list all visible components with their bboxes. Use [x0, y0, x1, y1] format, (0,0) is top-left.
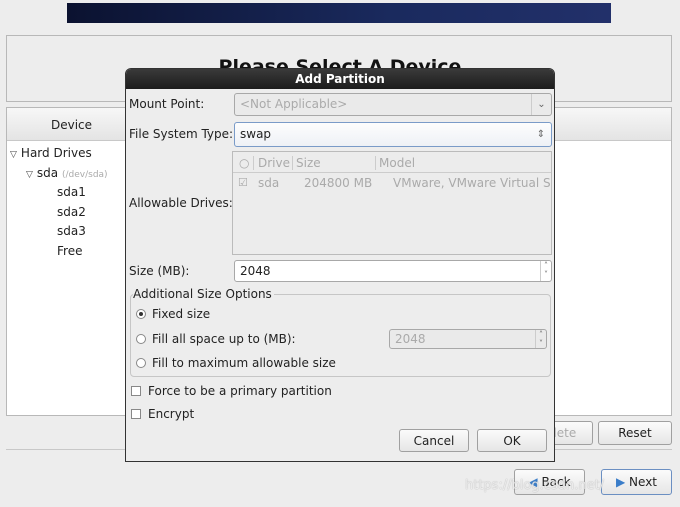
next-label: Next	[629, 475, 658, 489]
fill-upto-value: 2048	[395, 332, 426, 346]
watermark: https://blog.csdn.net/	[465, 478, 605, 493]
table-row[interactable]: ☑ sda 204800 MB VMware, VMware Virtual S	[233, 173, 551, 193]
mount-point-value: <Not Applicable>	[240, 97, 348, 111]
drives-table-header: ○ Drive Size Model	[233, 152, 551, 173]
next-button[interactable]: ▶ Next	[601, 469, 672, 495]
reset-button[interactable]: Reset	[598, 421, 672, 445]
checkbox-icon[interactable]	[131, 386, 141, 396]
encrypt-checkbox[interactable]: Encrypt	[131, 407, 194, 421]
size-options-legend: Additional Size Options	[133, 287, 274, 301]
header-banner	[67, 3, 611, 23]
cancel-button[interactable]: Cancel	[399, 429, 469, 452]
fill-upto-spinner[interactable]: 2048 ˄ ˅	[389, 329, 547, 349]
col-size[interactable]: Size	[292, 156, 321, 170]
tree-sublabel: (/dev/sda)	[61, 170, 108, 180]
updown-icon: ⇕	[536, 129, 546, 140]
tree-item-sda1[interactable]: sda1	[57, 185, 86, 199]
tree-label: sda	[36, 166, 59, 180]
tree-item-sda2[interactable]: sda2	[57, 205, 86, 219]
radio-fixed-size[interactable]: Fixed size	[136, 307, 210, 321]
tree-item-sda[interactable]: ▽ sda (/dev/sda)	[26, 166, 108, 180]
dialog-title: Add Partition	[126, 69, 554, 89]
fs-type-select[interactable]: swap ⇕	[234, 122, 552, 147]
checkbox-label: Encrypt	[148, 407, 195, 421]
size-spinner[interactable]: 2048 ˄ ˅	[234, 260, 552, 282]
cell-drive: sda	[258, 176, 280, 190]
mount-point-combo[interactable]: <Not Applicable> ⌄	[234, 93, 552, 116]
ok-button[interactable]: OK	[477, 429, 547, 452]
device-header-label: Device	[51, 118, 93, 132]
radio-icon[interactable]	[136, 334, 146, 344]
drives-table: ○ Drive Size Model ☑ sda 204800 MB VMwar…	[232, 151, 552, 255]
add-partition-dialog: Add Partition Mount Point: <Not Applicab…	[125, 68, 555, 462]
checkbox-checked-icon[interactable]: ☑	[238, 176, 248, 189]
col-model[interactable]: Model	[375, 156, 415, 170]
expander-icon[interactable]: ▽	[10, 150, 17, 160]
tree-item-free[interactable]: Free	[57, 244, 82, 258]
radio-fill-upto[interactable]: Fill all space up to (MB):	[136, 332, 296, 346]
fs-type-label: File System Type:	[129, 127, 234, 141]
radio-selected-icon[interactable]	[136, 309, 146, 319]
radio-label: Fill to maximum allowable size	[152, 356, 336, 370]
chevron-down-icon: ⌄	[531, 94, 551, 115]
expander-icon[interactable]: ▽	[26, 170, 33, 180]
col-drive[interactable]: Drive	[253, 156, 290, 170]
mount-point-label: Mount Point:	[129, 97, 205, 111]
cell-size: 204800 MB	[304, 176, 373, 190]
tree-item-hard-drives[interactable]: ▽ Hard Drives	[10, 146, 92, 160]
primary-partition-checkbox[interactable]: Force to be a primary partition	[131, 384, 332, 398]
allowable-drives-label: Allowable Drives:	[129, 196, 233, 210]
tree-label: Hard Drives	[20, 146, 92, 160]
fs-type-value: swap	[240, 127, 272, 141]
cell-model: VMware, VMware Virtual S	[393, 176, 551, 190]
size-value: 2048	[240, 264, 271, 278]
size-label: Size (MB):	[129, 264, 190, 278]
next-arrow-icon: ▶	[615, 475, 626, 489]
spin-arrows-icon[interactable]: ˄ ˅	[540, 261, 551, 281]
spin-arrows-icon[interactable]: ˄ ˅	[535, 330, 546, 348]
checkbox-label: Force to be a primary partition	[148, 384, 332, 398]
checkbox-icon[interactable]	[131, 409, 141, 419]
tree-item-sda3[interactable]: sda3	[57, 224, 86, 238]
radio-fill-max[interactable]: Fill to maximum allowable size	[136, 356, 336, 370]
radio-label: Fill all space up to (MB):	[152, 332, 296, 346]
radio-icon[interactable]	[136, 358, 146, 368]
radio-label: Fixed size	[152, 307, 211, 321]
